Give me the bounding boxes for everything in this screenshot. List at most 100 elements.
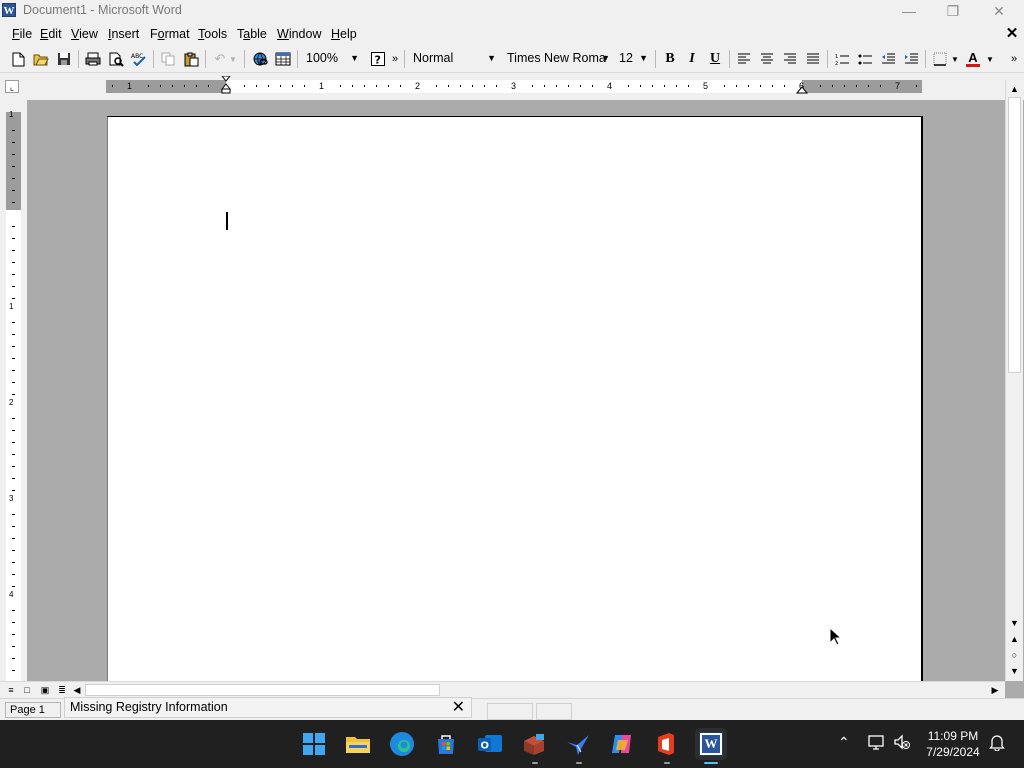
outlook-new-icon[interactable]: O xyxy=(476,730,504,758)
align-center-icon[interactable] xyxy=(757,49,777,69)
office-icon[interactable] xyxy=(652,730,680,758)
align-left-icon[interactable] xyxy=(734,49,754,69)
numbering-icon[interactable]: 12 xyxy=(832,49,852,69)
notifications-bell-icon[interactable] xyxy=(988,733,1006,754)
word-app-icon[interactable]: W xyxy=(2,3,16,17)
network-icon[interactable] xyxy=(868,733,886,754)
right-indent-marker-icon[interactable] xyxy=(796,84,808,94)
borders-icon[interactable] xyxy=(930,49,950,69)
open-folder-icon[interactable] xyxy=(31,49,51,69)
clock-date[interactable]: 7/29/2024 xyxy=(918,745,988,759)
close-icon[interactable]: ✕ xyxy=(452,698,465,717)
indent-marker-icon[interactable] xyxy=(220,76,232,98)
show-hidden-icons-chevron-icon[interactable]: ⌃ xyxy=(838,734,850,751)
insert-table-icon[interactable] xyxy=(273,49,293,69)
registry-notification[interactable]: Missing Registry Information ✕ xyxy=(64,697,472,718)
align-right-icon[interactable] xyxy=(780,49,800,69)
justify-icon[interactable] xyxy=(803,49,823,69)
bullets-icon[interactable] xyxy=(855,49,875,69)
underline-button[interactable]: U xyxy=(705,49,725,69)
close-document-button[interactable]: ✕ xyxy=(1004,26,1020,42)
vertical-scroll-thumb[interactable] xyxy=(1008,97,1021,373)
zoom-select[interactable]: 100% ▼ xyxy=(302,49,362,68)
bold-button[interactable]: B xyxy=(660,49,680,69)
document-page[interactable] xyxy=(107,116,923,681)
toolbar-separator xyxy=(925,50,926,68)
ruler-tick xyxy=(304,85,305,87)
app-box-icon[interactable] xyxy=(520,730,548,758)
print-layout-view-icon[interactable]: ▣ xyxy=(38,684,52,697)
save-icon[interactable] xyxy=(54,49,74,69)
new-document-icon[interactable] xyxy=(8,49,28,69)
decrease-indent-icon[interactable] xyxy=(878,49,898,69)
scroll-left-icon[interactable]: ◀ xyxy=(70,684,84,697)
paste-icon[interactable] xyxy=(181,49,201,69)
ruler-tick xyxy=(12,190,15,191)
clock-time[interactable]: 11:09 PM xyxy=(918,729,988,743)
horizontal-scroll-thumb[interactable] xyxy=(85,684,440,696)
ruler-tick xyxy=(148,85,149,87)
previous-page-icon[interactable]: ▲ xyxy=(1006,631,1023,647)
toolbar-overflow-icon[interactable]: » xyxy=(1008,49,1020,69)
borders-dropdown-icon[interactable]: ▼ xyxy=(950,49,960,69)
word-icon[interactable]: W xyxy=(695,728,727,760)
menu-help[interactable]: Help xyxy=(331,27,357,41)
menu-window[interactable]: Window xyxy=(277,27,321,41)
restore-button[interactable]: ❐ xyxy=(930,0,976,23)
menu-tools[interactable]: Tools xyxy=(198,27,227,41)
font-color-letter: A xyxy=(968,50,978,65)
vertical-ruler[interactable]: 1 1 2 3 4 xyxy=(6,110,21,681)
web-layout-view-icon[interactable]: □ xyxy=(20,684,34,697)
minimize-button[interactable]: — xyxy=(886,0,932,23)
ruler-tick xyxy=(12,646,15,647)
undo-dropdown-icon[interactable]: ▼ xyxy=(228,49,238,69)
ruler-tick xyxy=(12,538,15,539)
tab-selector-icon[interactable]: ⌞ xyxy=(5,80,19,93)
microsoft-store-icon[interactable] xyxy=(432,730,460,758)
font-select[interactable]: Times New Roma ▼ xyxy=(503,49,613,68)
scroll-up-icon[interactable]: ▲ xyxy=(1006,81,1023,97)
close-window-button[interactable]: ✕ xyxy=(976,0,1022,23)
font-color-dropdown-icon[interactable]: ▼ xyxy=(985,49,995,69)
print-preview-icon[interactable] xyxy=(106,49,126,69)
horizontal-ruler[interactable]: 11234567 xyxy=(106,76,922,94)
windows-start-icon[interactable] xyxy=(300,730,328,758)
outline-view-icon[interactable]: ≣ xyxy=(55,684,69,697)
status-page-number: Page 1 xyxy=(5,702,61,718)
toolbar-separator xyxy=(78,50,79,68)
ruler-number: 7 xyxy=(895,81,901,91)
copy-icon[interactable] xyxy=(158,49,178,69)
scroll-right-icon[interactable]: ▶ xyxy=(988,684,1002,697)
toolbar-overflow-icon[interactable]: » xyxy=(389,49,401,69)
increase-indent-icon[interactable] xyxy=(901,49,921,69)
insert-hyperlink-icon[interactable] xyxy=(250,49,270,69)
ruler-tick xyxy=(568,85,569,87)
menu-insert[interactable]: Insert xyxy=(108,27,139,41)
italic-button[interactable]: I xyxy=(682,49,702,69)
style-select[interactable]: Normal ▼ xyxy=(409,49,499,68)
spelling-grammar-icon[interactable]: ABC xyxy=(129,49,149,69)
print-icon[interactable] xyxy=(83,49,103,69)
scroll-down-icon[interactable]: ▼ xyxy=(1006,615,1023,631)
font-color-button[interactable]: A xyxy=(963,49,983,69)
file-explorer-icon[interactable] xyxy=(344,730,372,758)
bird-app-icon[interactable] xyxy=(564,730,592,758)
undo-icon[interactable]: ↶ xyxy=(210,49,230,69)
menu-edit[interactable]: Edit xyxy=(40,27,62,41)
edge-icon[interactable] xyxy=(388,730,416,758)
volume-muted-icon[interactable] xyxy=(893,733,911,754)
select-browse-object-icon[interactable]: ○ xyxy=(1006,647,1023,663)
menu-view[interactable]: View xyxy=(71,27,98,41)
menu-format[interactable]: Format xyxy=(150,27,190,41)
copilot-icon[interactable] xyxy=(608,730,636,758)
font-size-select[interactable]: 12 ▼ xyxy=(615,49,651,68)
help-icon[interactable]: ? xyxy=(368,49,388,69)
vertical-scrollbar[interactable]: ▲ ▼ ▲ ○ ▼ xyxy=(1005,80,1023,681)
toolbar-separator xyxy=(297,50,298,68)
menu-file[interactable]: File xyxy=(12,27,32,41)
menu-table[interactable]: Table xyxy=(237,27,267,41)
normal-view-icon[interactable]: ≡ xyxy=(4,684,18,697)
next-page-icon[interactable]: ▼ xyxy=(1006,663,1023,679)
svg-text:O: O xyxy=(481,741,490,752)
ruler-tick xyxy=(916,85,917,87)
